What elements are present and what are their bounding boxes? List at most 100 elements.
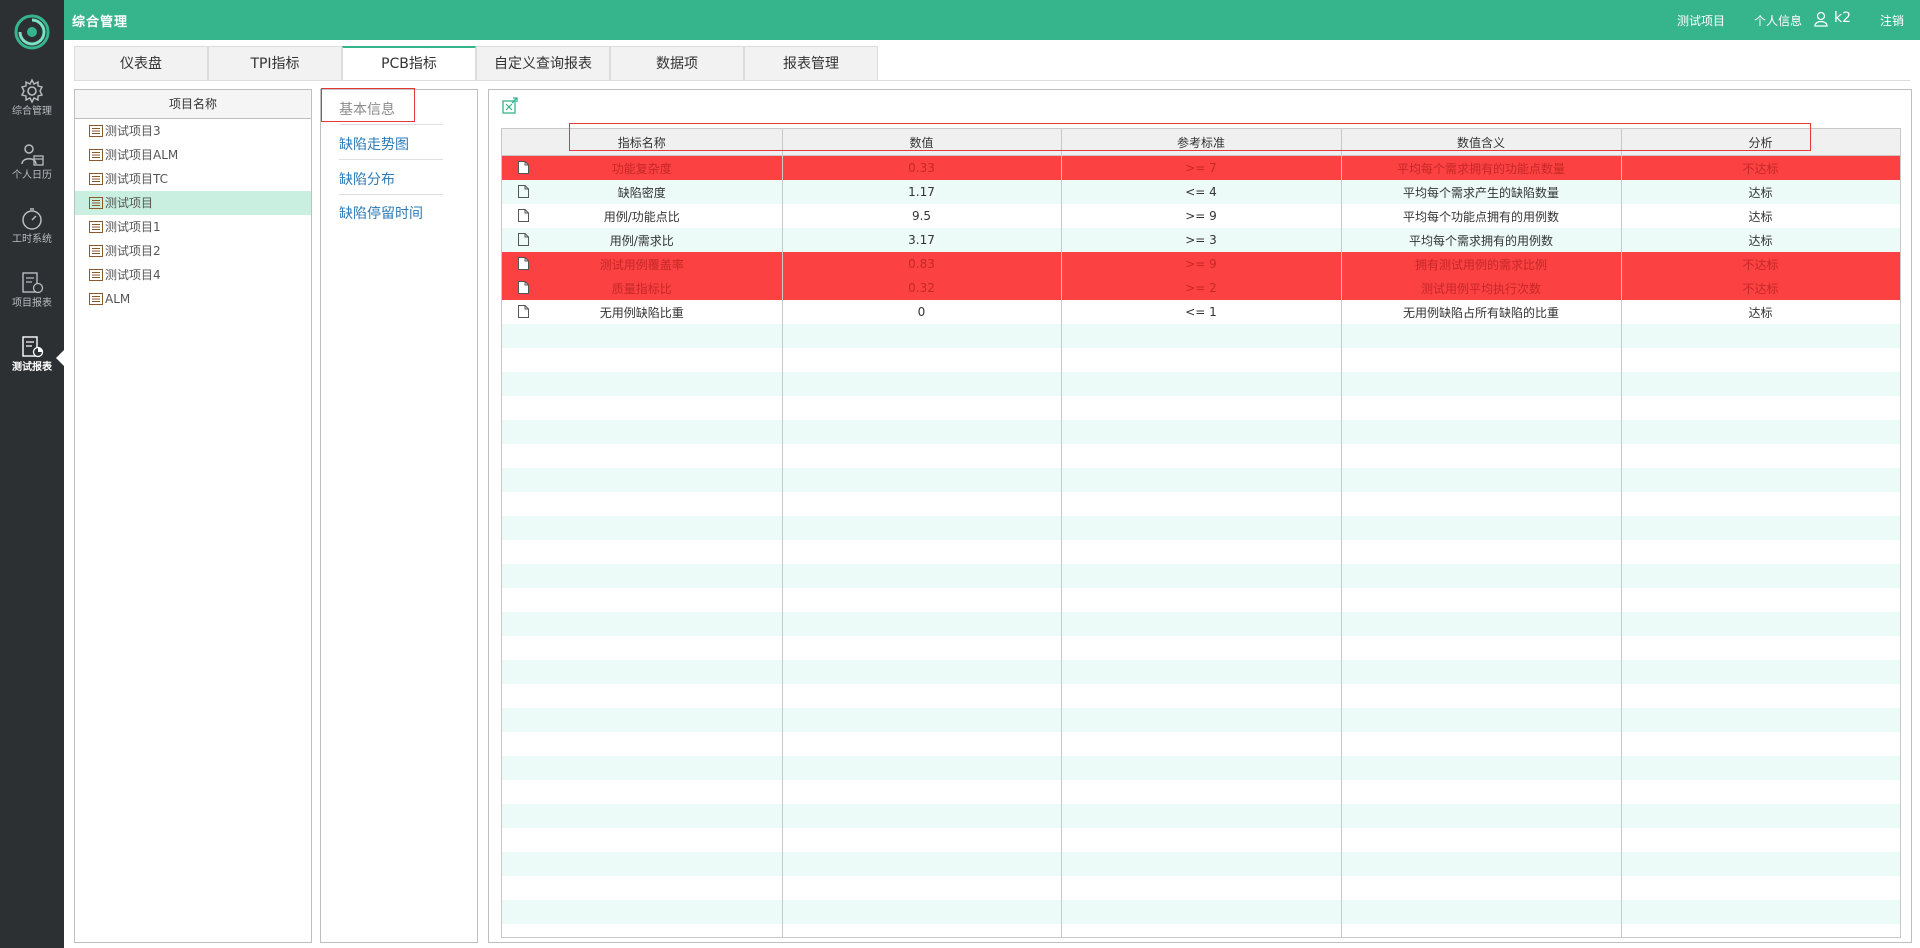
list-doc-icon [89, 245, 103, 257]
empty-cell [1621, 516, 1900, 540]
tab-report-management[interactable]: 报表管理 [744, 46, 878, 80]
table-row[interactable]: 无用例缺陷比重 0 <= 1 无用例缺陷占所有缺陷的比重 达标 [502, 300, 1900, 324]
empty-cell [502, 876, 783, 900]
table-row[interactable]: 质量指标比 0.32 >= 2 测试用例平均执行次数 不达标 [502, 276, 1900, 300]
empty-cell [1341, 924, 1622, 937]
column-header[interactable]: 数值 [782, 129, 1062, 156]
submenu-divider [339, 159, 443, 160]
nav-item-timesheet[interactable]: 工时系统 [0, 198, 64, 262]
empty-cell [782, 324, 1062, 348]
empty-cell [782, 612, 1062, 636]
submenu-divider [339, 124, 443, 125]
nav-item-project-report[interactable]: 项目报表 [0, 262, 64, 326]
empty-row [502, 396, 1900, 420]
empty-cell [1061, 876, 1342, 900]
column-header[interactable]: 数值含义 [1341, 129, 1622, 156]
row-doc-icon[interactable] [518, 305, 529, 321]
current-project-link[interactable]: 测试项目 [1677, 12, 1725, 29]
cell-name: 用例/功能点比 [603, 209, 680, 224]
empty-cell [502, 900, 783, 924]
table-row[interactable]: 用例/功能点比 9.5 >= 9 平均每个功能点拥有的用例数 达标 [502, 204, 1900, 228]
empty-row [502, 444, 1900, 468]
submenu-defect-distribution[interactable]: 缺陷分布 [339, 169, 395, 189]
tab-data-items[interactable]: 数据项 [610, 46, 744, 80]
project-item[interactable]: 测试项目2 [75, 239, 311, 263]
column-header[interactable]: 分析 [1621, 129, 1900, 156]
empty-cell [1621, 372, 1900, 396]
nav-item-calendar[interactable]: 个人日历 [0, 134, 64, 198]
empty-row [502, 516, 1900, 540]
table-cell: >= 7 [1061, 155, 1342, 180]
cell-value: 1.17 [908, 185, 935, 199]
row-doc-icon[interactable] [518, 209, 529, 225]
column-header[interactable]: 参考标准 [1061, 129, 1342, 156]
row-doc-icon[interactable] [518, 257, 529, 273]
table-cell: 达标 [1621, 300, 1900, 324]
tab-pcb[interactable]: PCB指标 [342, 46, 476, 81]
empty-cell [1621, 708, 1900, 732]
project-item[interactable]: 测试项目3 [75, 119, 311, 143]
list-doc-icon [89, 269, 103, 281]
cell-standard: >= 2 [1185, 281, 1217, 295]
empty-cell [1341, 900, 1622, 924]
empty-cell [1341, 612, 1622, 636]
tab-dashboard[interactable]: 仪表盘 [74, 46, 208, 80]
empty-cell [1061, 924, 1342, 937]
empty-cell [782, 780, 1062, 804]
submenu-defect-dwell-time[interactable]: 缺陷停留时间 [339, 203, 423, 223]
table-cell: 平均每个需求产生的缺陷数量 [1341, 180, 1622, 204]
export-icon[interactable] [501, 97, 519, 119]
empty-cell [1341, 444, 1622, 468]
empty-cell [782, 876, 1062, 900]
table-row[interactable]: 测试用例覆盖率 0.83 >= 9 拥有测试用例的需求比例 不达标 [502, 252, 1900, 276]
empty-cell [782, 444, 1062, 468]
project-item[interactable]: 测试项目1 [75, 215, 311, 239]
user-icon [1814, 11, 1828, 31]
nav-item-test-report[interactable]: 测试报表 [0, 326, 64, 390]
logout-link[interactable]: 注销 [1880, 12, 1904, 29]
cell-name: 质量指标比 [611, 281, 672, 296]
table-row[interactable]: 用例/需求比 3.17 >= 3 平均每个需求拥有的用例数 达标 [502, 228, 1900, 252]
column-header[interactable]: 指标名称 [502, 129, 783, 156]
table-cell: 缺陷密度 [502, 180, 783, 204]
cell-value: 9.5 [911, 209, 932, 223]
app-logo-icon[interactable] [8, 8, 56, 56]
gear-icon [20, 78, 44, 104]
empty-cell [1341, 348, 1622, 372]
project-item[interactable]: 测试项目TC [75, 167, 311, 191]
project-list-panel: 项目名称 测试项目3 测试项目ALM 测试项目TC 测试项目 测试项目1 测试项目2 测试项… [74, 89, 312, 943]
table-cell: 无用例缺陷占所有缺陷的比重 [1341, 300, 1622, 324]
empty-cell [782, 468, 1062, 492]
empty-row [502, 348, 1900, 372]
empty-cell [1341, 756, 1622, 780]
table-cell: 0.83 [782, 252, 1062, 276]
profile-link[interactable]: 个人信息 [1754, 12, 1802, 29]
row-doc-icon[interactable] [518, 185, 529, 201]
project-item[interactable]: ALM [75, 287, 311, 311]
empty-cell [782, 540, 1062, 564]
tab-tpi[interactable]: TPI指标 [208, 46, 342, 80]
row-doc-icon[interactable] [518, 281, 529, 297]
nav-item-comprehensive[interactable]: 综合管理 [0, 70, 64, 134]
table-cell: 达标 [1621, 228, 1900, 252]
empty-cell [1341, 780, 1622, 804]
empty-cell [1341, 324, 1622, 348]
tab-custom-query[interactable]: 自定义查询报表 [476, 46, 610, 80]
project-item[interactable]: 测试项目ALM [75, 143, 311, 167]
stopwatch-icon [22, 208, 42, 230]
project-item[interactable]: 测试项目4 [75, 263, 311, 287]
empty-row [502, 804, 1900, 828]
cell-meaning: 无用例缺陷占所有缺陷的比重 [1402, 305, 1559, 320]
empty-cell [1061, 612, 1342, 636]
empty-cell [1061, 396, 1342, 420]
project-item[interactable]: 测试项目 [75, 191, 311, 215]
row-doc-icon[interactable] [518, 161, 529, 177]
table-row[interactable]: 功能复杂度 0.33 >= 7 平均每个需求拥有的功能点数量 不达标 [502, 155, 1900, 180]
table-cell: <= 4 [1061, 180, 1342, 204]
row-doc-icon[interactable] [518, 233, 529, 249]
table-cell: 0.33 [782, 155, 1062, 180]
submenu-defect-trend[interactable]: 缺陷走势图 [339, 134, 409, 154]
nav-item-label: 综合管理 [12, 106, 52, 117]
table-row[interactable]: 缺陷密度 1.17 <= 4 平均每个需求产生的缺陷数量 达标 [502, 180, 1900, 204]
cell-analysis: 达标 [1748, 209, 1773, 224]
